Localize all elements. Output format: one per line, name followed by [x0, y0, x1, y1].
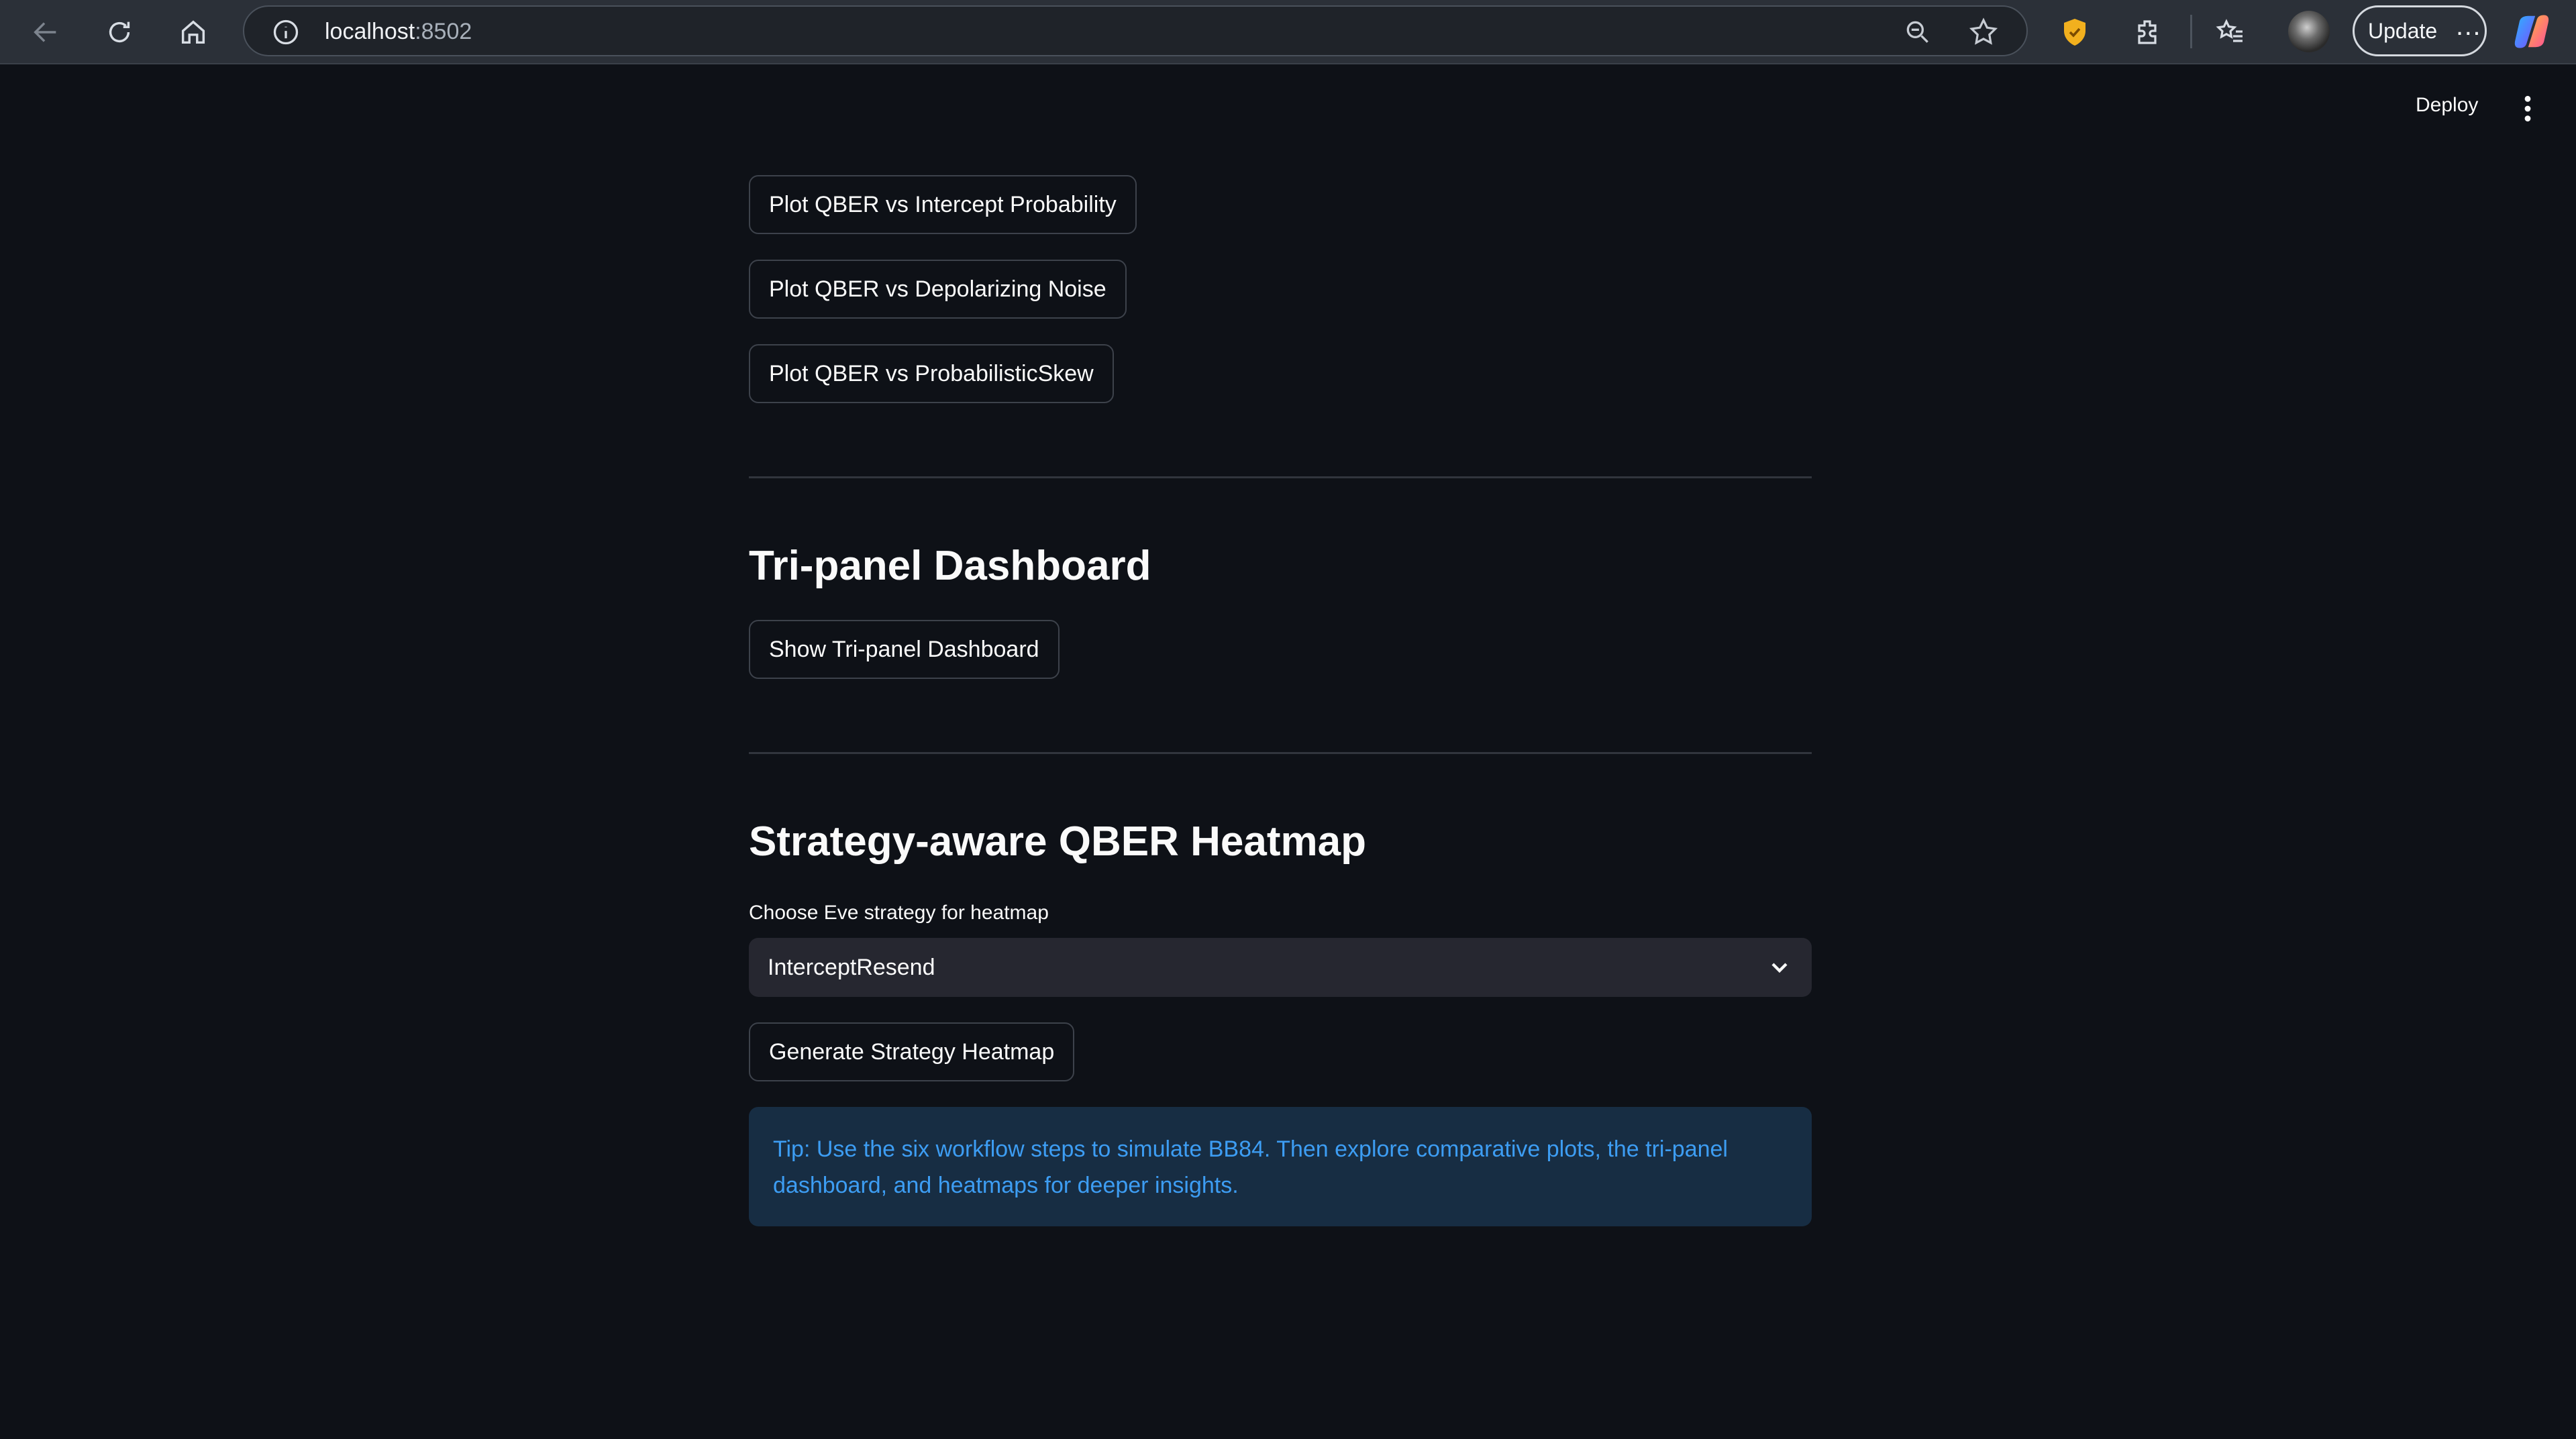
reload-icon[interactable]: [99, 12, 140, 52]
favorite-star-icon[interactable]: [1967, 16, 2000, 48]
generate-heatmap-button[interactable]: Generate Strategy Heatmap: [749, 1022, 1075, 1081]
browser-toolbar: localhost:8502 Update …: [0, 0, 2576, 64]
home-icon[interactable]: [173, 12, 213, 52]
strategy-select-label: Choose Eve strategy for heatmap: [749, 902, 1049, 924]
tip-info-box: Tip: Use the six workflow steps to simul…: [749, 1107, 1812, 1226]
heatmap-heading: Strategy-aware QBER Heatmap: [749, 818, 1366, 865]
section-divider: [749, 752, 1812, 754]
shield-extension-icon[interactable]: [2056, 13, 2094, 51]
address-url[interactable]: localhost:8502: [325, 19, 472, 45]
favorites-list-icon[interactable]: [2212, 13, 2249, 51]
tripanel-heading: Tri-panel Dashboard: [749, 543, 1151, 589]
address-bar[interactable]: localhost:8502: [243, 5, 2028, 56]
plot-qber-vs-skew-button[interactable]: Plot QBER vs ProbabilisticSkew: [749, 344, 1114, 403]
extensions-puzzle-icon[interactable]: [2130, 13, 2167, 51]
copilot-icon[interactable]: [2511, 11, 2553, 52]
strategy-select[interactable]: InterceptResend: [749, 938, 1812, 997]
strategy-select-value: InterceptResend: [768, 954, 935, 980]
tip-text: Tip: Use the six workflow steps to simul…: [773, 1136, 1728, 1198]
zoom-out-icon[interactable]: [1903, 17, 1933, 47]
deploy-button[interactable]: Deploy: [2416, 94, 2478, 117]
plot-qber-vs-intercept-button[interactable]: Plot QBER vs Intercept Probability: [749, 175, 1137, 234]
section-divider: [749, 476, 1812, 478]
site-info-icon[interactable]: [271, 17, 301, 47]
profile-avatar[interactable]: [2288, 11, 2330, 52]
update-button-label: Update: [2368, 18, 2438, 43]
chevron-down-icon: [1771, 963, 1788, 973]
update-button[interactable]: Update …: [2353, 5, 2487, 56]
toolbar-divider: [2190, 15, 2192, 48]
plot-qber-vs-depolarizing-button[interactable]: Plot QBER vs Depolarizing Noise: [749, 260, 1127, 319]
back-arrow-icon[interactable]: [25, 12, 66, 52]
more-dots-icon[interactable]: …: [2455, 11, 2483, 42]
main-menu-kebab-icon[interactable]: [2518, 94, 2538, 123]
show-tripanel-button[interactable]: Show Tri-panel Dashboard: [749, 620, 1060, 679]
